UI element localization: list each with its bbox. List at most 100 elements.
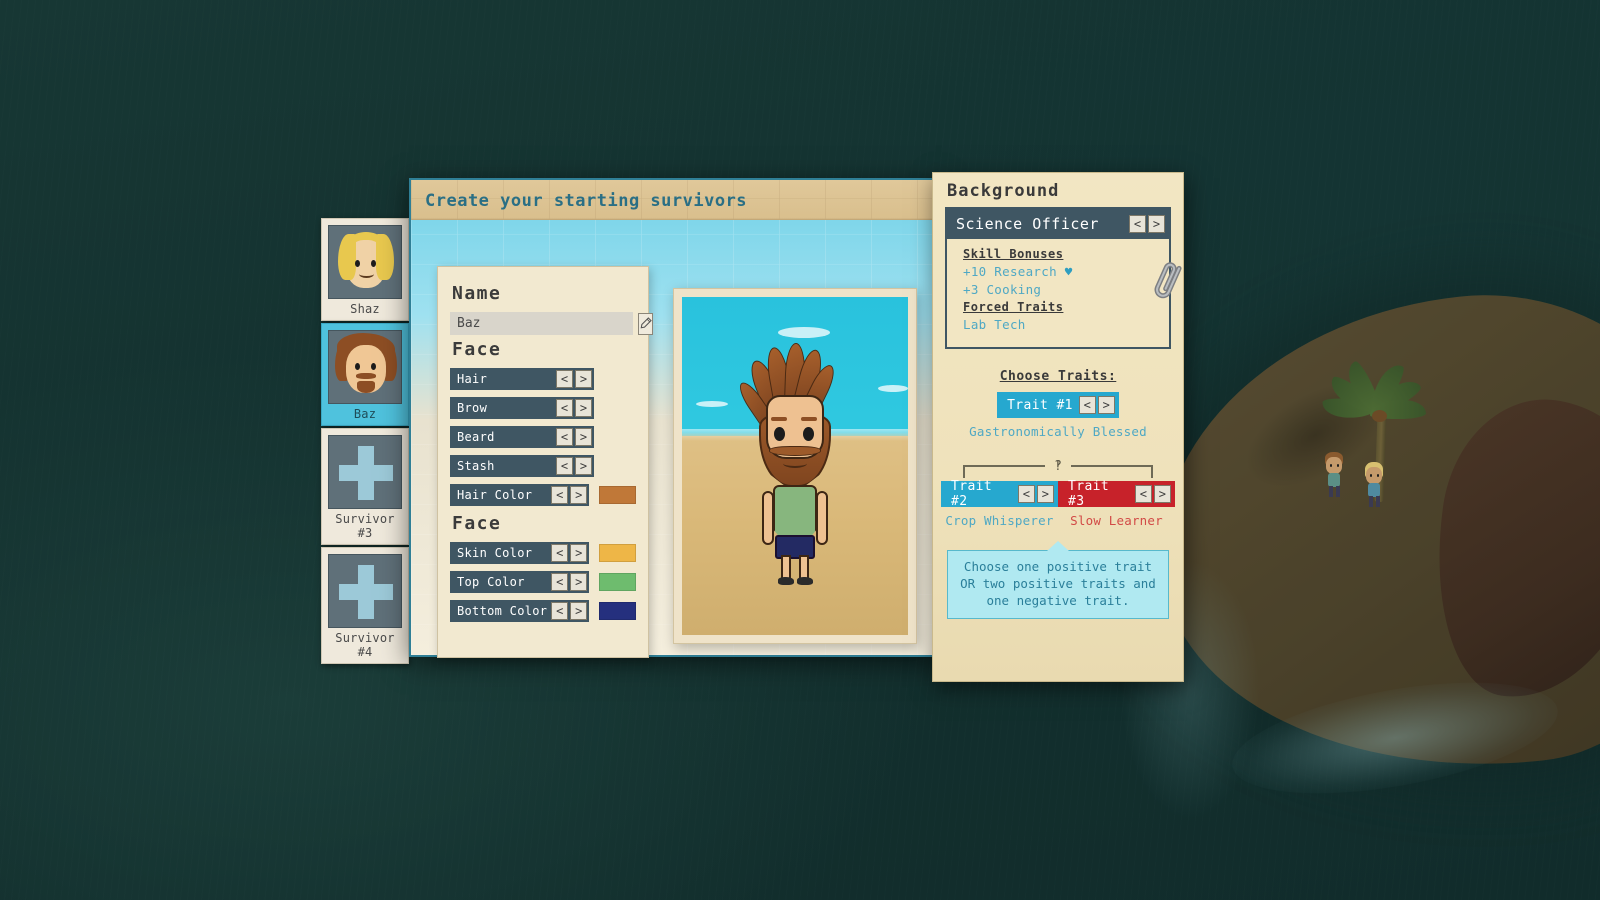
forced-traits-heading: Forced Traits [963,300,1064,314]
character-preview-frame [673,288,917,644]
background-next-button[interactable]: > [1148,215,1165,233]
trait-2-name: Crop Whisperer [945,513,1054,528]
world-survivor-female [1362,462,1386,508]
add-survivor-slot [328,435,402,509]
brow-prev-button[interactable]: < [556,399,573,417]
forced-trait-item: Lab Tech [963,317,1026,332]
hair-color-next-button[interactable]: > [570,486,588,504]
background-traits-panel: Background Science Officer < > Skill Bon… [932,172,1184,682]
bottom-color-next-button[interactable]: > [570,602,588,620]
top-color-prev-button[interactable]: < [551,573,569,591]
background-details: Skill Bonuses +10 Research ♥ +3 Cooking … [947,239,1169,347]
survivor-creation-panel: Create your starting survivors Name Face [409,178,942,658]
survivor-tab-label: Baz [353,407,377,421]
trait-3-prev-button[interactable]: < [1135,485,1152,503]
panel-body: Name Face Hair < [411,220,940,658]
trait-1-selector[interactable]: Trait #1 < > [997,392,1119,418]
edit-name-button[interactable] [638,312,653,335]
survivor-tab-baz[interactable]: Baz [321,323,409,426]
trait-1-chip-label: Trait #1 [1007,397,1073,413]
trait-1-next-button[interactable]: > [1097,396,1115,414]
pencil-icon [640,317,652,329]
option-row-top-color: Top Color < > [450,571,636,593]
game-screen: Shaz Baz Survivor #3 Survivor #4 Create … [0,0,1600,900]
trait-2-selector[interactable]: Trait #2 < > [941,479,1058,509]
option-row-stash: Stash < > [450,455,636,477]
top-color-next-button[interactable]: > [570,573,588,591]
traits-help-tooltip: Choose one positive trait OR two positiv… [947,550,1169,619]
trait-3-name: Slow Learner [1070,513,1163,528]
skill-bonus-item: +3 Cooking [963,282,1159,297]
hair-color-swatch [599,486,636,504]
bottom-color-swatch [599,602,636,620]
option-label: Beard [457,430,495,444]
plus-icon [339,584,393,600]
skin-color-next-button[interactable]: > [570,544,588,562]
bottom-color-prev-button[interactable]: < [551,602,569,620]
world-survivor-male [1322,452,1346,498]
option-row-hair: Hair < > [450,368,636,390]
survivor-tab-list: Shaz Baz Survivor #3 Survivor #4 [321,218,413,666]
option-label: Skin Color [457,546,533,560]
trait-1-prev-button[interactable]: < [1078,396,1096,414]
survivor-tab-3[interactable]: Survivor #3 [321,428,409,545]
background-prev-button[interactable]: < [1129,215,1146,233]
survivor-thumbnail [328,330,402,404]
option-row-brow: Brow < > [450,397,636,419]
skill-bonuses-heading: Skill Bonuses [963,247,1064,261]
skill-bonus-text: +3 Cooking [963,282,1042,297]
background-name: Science Officer [956,215,1099,233]
trait-3-block: Trait #3 < > Slow Learner [1058,479,1175,528]
option-row-bottom-color: Bottom Color < > [450,600,636,622]
skill-bonus-item: +10 Research ♥ [963,264,1159,279]
top-color-swatch [599,573,636,591]
survivor-tab-4[interactable]: Survivor #4 [321,547,409,664]
heart-icon: ♥ [1064,264,1073,279]
survivor-tab-label: Survivor #3 [335,512,395,540]
trait-3-next-button[interactable]: > [1154,485,1171,503]
name-heading: Name [452,283,502,304]
option-row-hair-color: Hair Color < > [450,484,636,506]
hair-prev-button[interactable]: < [556,370,573,388]
option-row-beard: Beard < > [450,426,636,448]
option-label: Hair Color [457,488,533,502]
hair-color-prev-button[interactable]: < [551,486,569,504]
survivor-tab-label: Shaz [350,302,380,316]
face-heading-2: Face [452,513,502,534]
page-title: Create your starting survivors [425,191,748,211]
trait-pair-row: Trait #2 < > Crop Whisperer Trait #3 < > [941,479,1175,528]
beard-prev-button[interactable]: < [556,428,573,446]
trait-link-connector: ‽ [947,451,1169,481]
trait-2-block: Trait #2 < > Crop Whisperer [941,479,1058,528]
name-row [450,312,653,335]
option-label: Bottom Color [457,604,548,618]
hair-next-button[interactable]: > [575,370,592,388]
option-label: Brow [457,401,488,415]
background-selector: Science Officer < > [947,209,1169,239]
beard-next-button[interactable]: > [575,428,592,446]
name-input[interactable] [450,312,633,335]
trait-1-block: Trait #1 < > Gastronomically Blessed [933,392,1183,439]
background-heading: Background [947,181,1060,201]
trait-3-selector[interactable]: Trait #3 < > [1058,479,1175,509]
option-row-skin-color: Skin Color < > [450,542,636,564]
survivor-tab-shaz[interactable]: Shaz [321,218,409,321]
trait-2-next-button[interactable]: > [1037,485,1054,503]
stash-next-button[interactable]: > [575,457,592,475]
panel-titlebar: Create your starting survivors [411,180,940,220]
trait-2-chip-label: Trait #2 [951,479,993,509]
trait-1-name: Gastronomically Blessed [969,424,1147,439]
brow-next-button[interactable]: > [575,399,592,417]
stash-prev-button[interactable]: < [556,457,573,475]
character-sprite [734,342,855,585]
background-card: Science Officer < > Skill Bonuses +10 Re… [945,207,1182,349]
survivor-tab-label: Survivor #4 [335,631,395,659]
trait-2-prev-button[interactable]: < [1018,485,1035,503]
option-label: Top Color [457,575,525,589]
character-preview[interactable] [682,297,908,635]
link-icon: ‽ [1045,457,1071,475]
trait-3-chip-label: Trait #3 [1068,479,1110,509]
skin-color-prev-button[interactable]: < [551,544,569,562]
face-heading-1: Face [452,339,502,360]
option-label: Stash [457,459,495,473]
